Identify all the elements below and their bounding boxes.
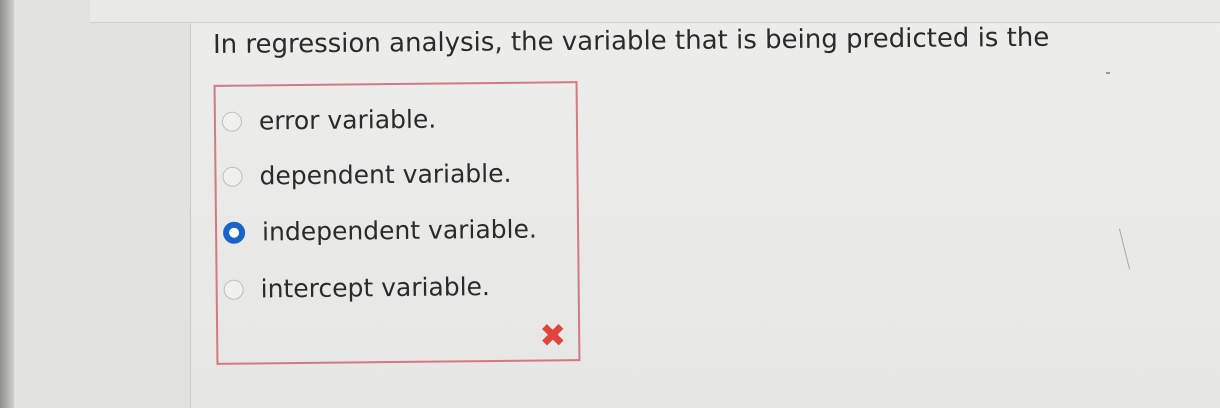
option-independent-variable[interactable]: independent variable. [222, 215, 537, 247]
left-panel [14, 0, 191, 408]
radio-button[interactable] [222, 166, 243, 187]
option-label[interactable]: intercept variable. [261, 272, 491, 303]
screen-speck [1106, 72, 1110, 74]
option-label[interactable]: error variable. [259, 105, 437, 136]
radio-button-selected[interactable] [222, 221, 246, 244]
x-mark-icon: ✖ [539, 316, 567, 355]
option-label[interactable]: dependent variable. [259, 159, 511, 191]
radio-button[interactable] [223, 279, 244, 300]
radio-button[interactable] [221, 111, 243, 132]
top-strip [90, 0, 1220, 23]
option-label[interactable]: independent variable. [262, 215, 537, 247]
option-error-variable[interactable]: error variable. [221, 105, 437, 136]
option-dependent-variable[interactable]: dependent variable. [222, 159, 512, 191]
answer-choices-box: error variable. dependent variable. inde… [213, 81, 581, 365]
screen-edge-shadow [0, 0, 14, 408]
option-intercept-variable[interactable]: intercept variable. [223, 272, 491, 304]
